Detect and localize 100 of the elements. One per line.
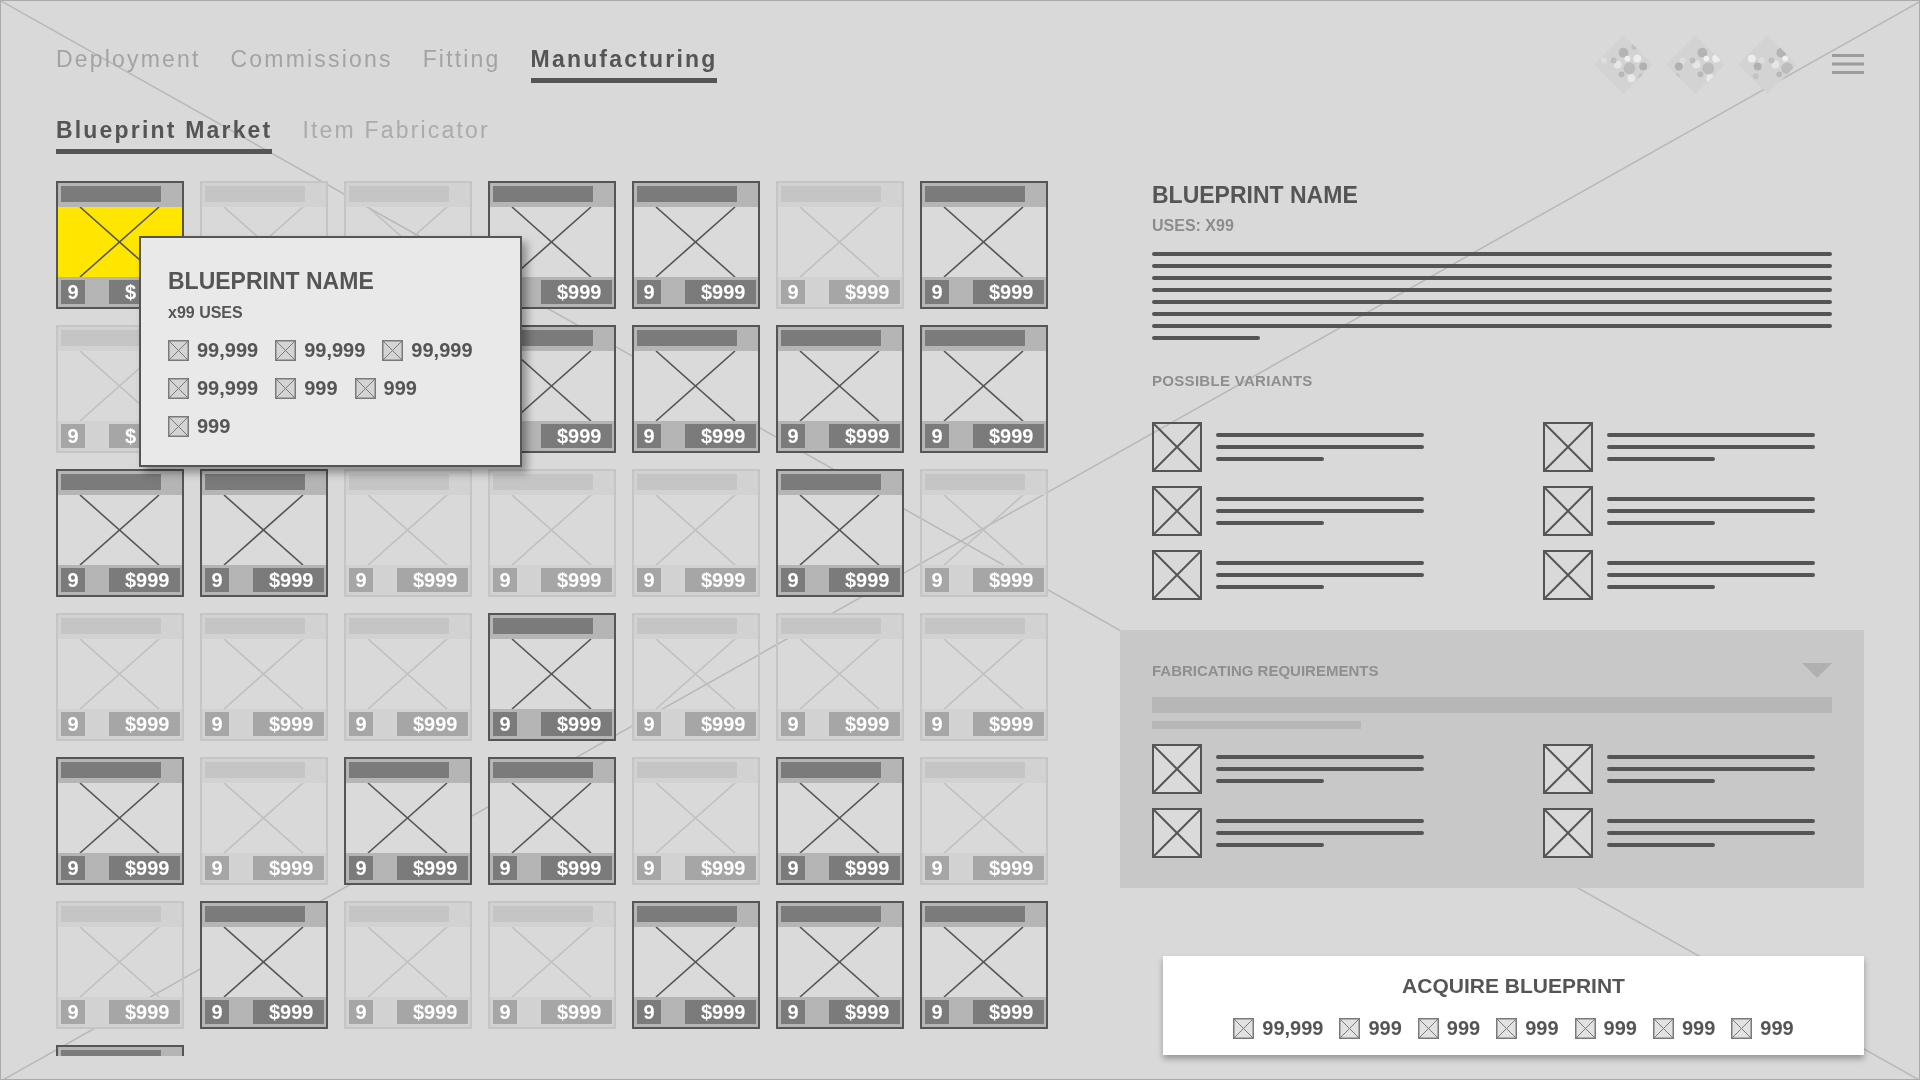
blueprint-card[interactable]: 9 $999 <box>344 613 472 741</box>
quantity-badge: 9 <box>349 712 373 736</box>
price-tag: $999 <box>685 280 756 304</box>
cost-amount: 99,999 <box>304 338 366 362</box>
cost-amount: 99,999 <box>411 338 473 362</box>
blueprint-card[interactable]: 9 $999 <box>776 181 904 309</box>
cost-amount: 999 <box>304 376 338 400</box>
blueprint-card[interactable]: 9 $999 <box>344 757 472 885</box>
price-tag: $999 <box>541 712 612 736</box>
blueprint-card[interactable]: 9 $999 <box>920 325 1048 453</box>
blueprint-card[interactable]: 9 $999 <box>200 901 328 1029</box>
blueprint-card[interactable]: 9 $999 <box>776 469 904 597</box>
image-placeholder-icon <box>1339 1017 1361 1039</box>
cost-amount: 99,999 <box>1262 1016 1324 1040</box>
blueprint-card[interactable]: 9 $999 <box>920 181 1048 309</box>
sub-tab[interactable]: Blueprint Market <box>56 116 273 154</box>
blueprint-card[interactable]: 9 $999 <box>632 901 760 1029</box>
price-tag: $999 <box>541 568 612 592</box>
blueprint-card[interactable]: 9 $999 <box>200 469 328 597</box>
menu-icon[interactable] <box>1832 54 1864 74</box>
quantity-badge: 9 <box>925 280 949 304</box>
image-placeholder-icon <box>1543 744 1593 794</box>
quantity-badge: 9 <box>637 712 661 736</box>
price-tag: $999 <box>973 568 1044 592</box>
quantity-badge: 9 <box>493 856 517 880</box>
blueprint-card[interactable]: 9 $999 <box>920 901 1048 1029</box>
blueprint-card[interactable]: 9 $999 <box>488 469 616 597</box>
quantity-badge: 9 <box>637 280 661 304</box>
quantity-badge: 9 <box>637 568 661 592</box>
quantity-badge: 9 <box>925 712 949 736</box>
price-tag: $999 <box>253 856 324 880</box>
image-placeholder-icon <box>1152 808 1202 858</box>
section-heading: FABRICATING REQUIREMENTS <box>1152 662 1379 679</box>
price-tag: $999 <box>253 1000 324 1024</box>
blueprint-card[interactable]: 9 $999 <box>776 613 904 741</box>
blueprint-card[interactable]: 9 $999 <box>200 613 328 741</box>
blueprint-card[interactable]: 9 $999 <box>344 469 472 597</box>
blueprint-card[interactable]: 9 $999 <box>488 901 616 1029</box>
image-placeholder-icon <box>168 415 189 437</box>
image-placeholder-icon <box>354 377 376 399</box>
quantity-badge: 9 <box>493 1000 517 1024</box>
blueprint-card[interactable]: 9 $999 <box>632 469 760 597</box>
caret-down-icon[interactable] <box>1802 663 1832 678</box>
price-tag: $999 <box>109 568 180 592</box>
blueprint-card[interactable]: 9 $999 <box>920 757 1048 885</box>
price-tag: $999 <box>541 280 612 304</box>
image-placeholder-icon <box>275 339 297 361</box>
quantity-badge: 9 <box>205 1000 229 1024</box>
nav-tab[interactable]: Manufacturing <box>530 45 718 83</box>
price-tag: $999 <box>829 424 900 448</box>
cost-amount: 999 <box>1603 1016 1637 1040</box>
quantity-badge: 9 <box>205 568 229 592</box>
price-tag: $999 <box>541 1000 612 1024</box>
blueprint-card[interactable]: 9 $999 <box>56 469 184 597</box>
blueprint-card[interactable]: 9 $999 <box>920 613 1048 741</box>
quantity-badge: 9 <box>781 568 805 592</box>
price-tag: $999 <box>973 280 1044 304</box>
price-tag: $999 <box>829 280 900 304</box>
blueprint-card[interactable]: 9 $999 <box>632 325 760 453</box>
blueprint-card[interactable]: 9 $999 <box>488 757 616 885</box>
quantity-badge: 9 <box>205 856 229 880</box>
blueprint-card[interactable]: 9 $999 <box>776 901 904 1029</box>
blueprint-card[interactable]: 9 $999 <box>920 469 1048 597</box>
image-placeholder-icon <box>275 377 297 399</box>
image-placeholder-icon <box>1543 486 1593 536</box>
price-tag: $999 <box>253 712 324 736</box>
quantity-badge: 9 <box>493 712 517 736</box>
quantity-badge: 9 <box>925 568 949 592</box>
acquire-button[interactable]: ACQUIRE BLUEPRINT 99,999 999 999 999 999 999 999 <box>1163 956 1864 1055</box>
blueprint-card[interactable]: 9 $999 <box>56 613 184 741</box>
price-tag: $999 <box>397 856 468 880</box>
image-placeholder-icon <box>1652 1017 1674 1039</box>
blueprint-card[interactable]: 9 $999 <box>488 613 616 741</box>
quantity-badge: 9 <box>61 1000 85 1024</box>
quantity-badge: 9 <box>925 1000 949 1024</box>
price-tag: $999 <box>541 424 612 448</box>
blueprint-card[interactable]: 9 $999 <box>632 757 760 885</box>
quantity-badge: 9 <box>637 856 661 880</box>
blueprint-card[interactable]: 9 $999 <box>776 325 904 453</box>
blueprint-card[interactable]: 9 $999 <box>56 757 184 885</box>
image-placeholder-icon <box>1496 1017 1518 1039</box>
blueprint-card[interactable]: 9 $999 <box>632 613 760 741</box>
image-placeholder-icon <box>1543 808 1593 858</box>
price-tag: $999 <box>685 568 756 592</box>
blueprint-card[interactable] <box>56 1045 184 1056</box>
quantity-badge: 9 <box>781 280 805 304</box>
blueprint-card[interactable]: 9 $999 <box>776 757 904 885</box>
quantity-badge: 9 <box>637 424 661 448</box>
blueprint-card[interactable]: 9 $999 <box>344 901 472 1029</box>
cost-amount: 999 <box>197 414 231 438</box>
cost-amount: 999 <box>1368 1016 1402 1040</box>
image-placeholder-icon <box>1543 422 1593 472</box>
quantity-badge: 9 <box>205 712 229 736</box>
blueprint-card[interactable]: 9 $999 <box>632 181 760 309</box>
blueprint-card[interactable]: 9 $999 <box>56 901 184 1029</box>
price-tag: $999 <box>397 712 468 736</box>
quantity-badge: 9 <box>349 568 373 592</box>
diamond-icon <box>1666 34 1725 94</box>
blueprint-card[interactable]: 9 $999 <box>200 757 328 885</box>
cost-amount: 99,999 <box>197 338 259 362</box>
